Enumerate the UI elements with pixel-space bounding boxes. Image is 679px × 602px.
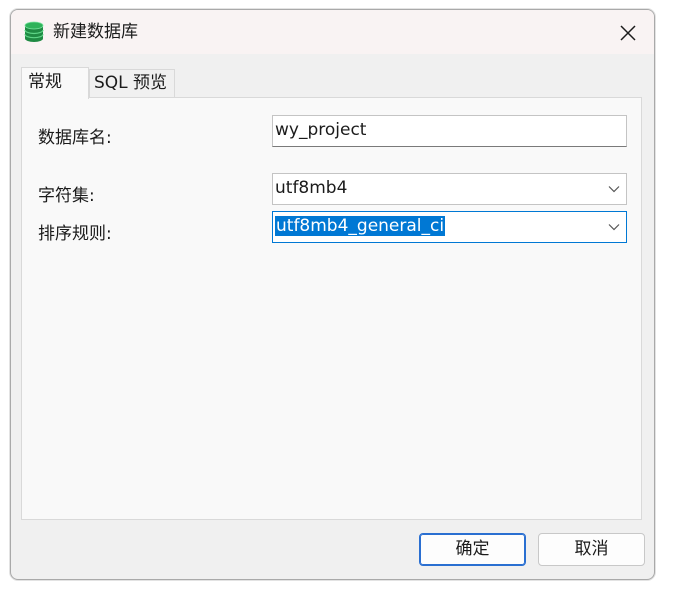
tab-general[interactable]: 常规 bbox=[21, 67, 89, 99]
database-icon bbox=[23, 21, 45, 43]
chevron-down-icon bbox=[608, 224, 620, 231]
close-icon bbox=[620, 25, 636, 41]
close-button[interactable] bbox=[608, 18, 648, 48]
database-name-input[interactable]: wy_project bbox=[272, 115, 627, 147]
chevron-down-icon bbox=[608, 186, 620, 193]
new-database-dialog: 新建数据库 常规 SQL 预览 数据库名: wy_project 字符集: ut… bbox=[10, 9, 655, 580]
collation-label: 排序规则: bbox=[38, 224, 112, 244]
charset-label: 字符集: bbox=[38, 186, 95, 206]
charset-value: utf8mb4 bbox=[275, 178, 348, 198]
general-panel: 数据库名: wy_project 字符集: utf8mb4 排序规则: utf8… bbox=[21, 97, 642, 520]
database-name-label: 数据库名: bbox=[38, 128, 112, 148]
collation-select[interactable]: utf8mb4_general_ci bbox=[272, 211, 627, 243]
cancel-button[interactable]: 取消 bbox=[538, 533, 645, 566]
ok-button[interactable]: 确定 bbox=[419, 533, 526, 566]
collation-value: utf8mb4_general_ci bbox=[275, 216, 446, 236]
title-bar: 新建数据库 bbox=[11, 10, 654, 54]
tab-sql-preview[interactable]: SQL 预览 bbox=[89, 69, 175, 97]
charset-select[interactable]: utf8mb4 bbox=[272, 173, 627, 205]
database-name-value: wy_project bbox=[275, 120, 367, 140]
dialog-title: 新建数据库 bbox=[53, 22, 138, 42]
